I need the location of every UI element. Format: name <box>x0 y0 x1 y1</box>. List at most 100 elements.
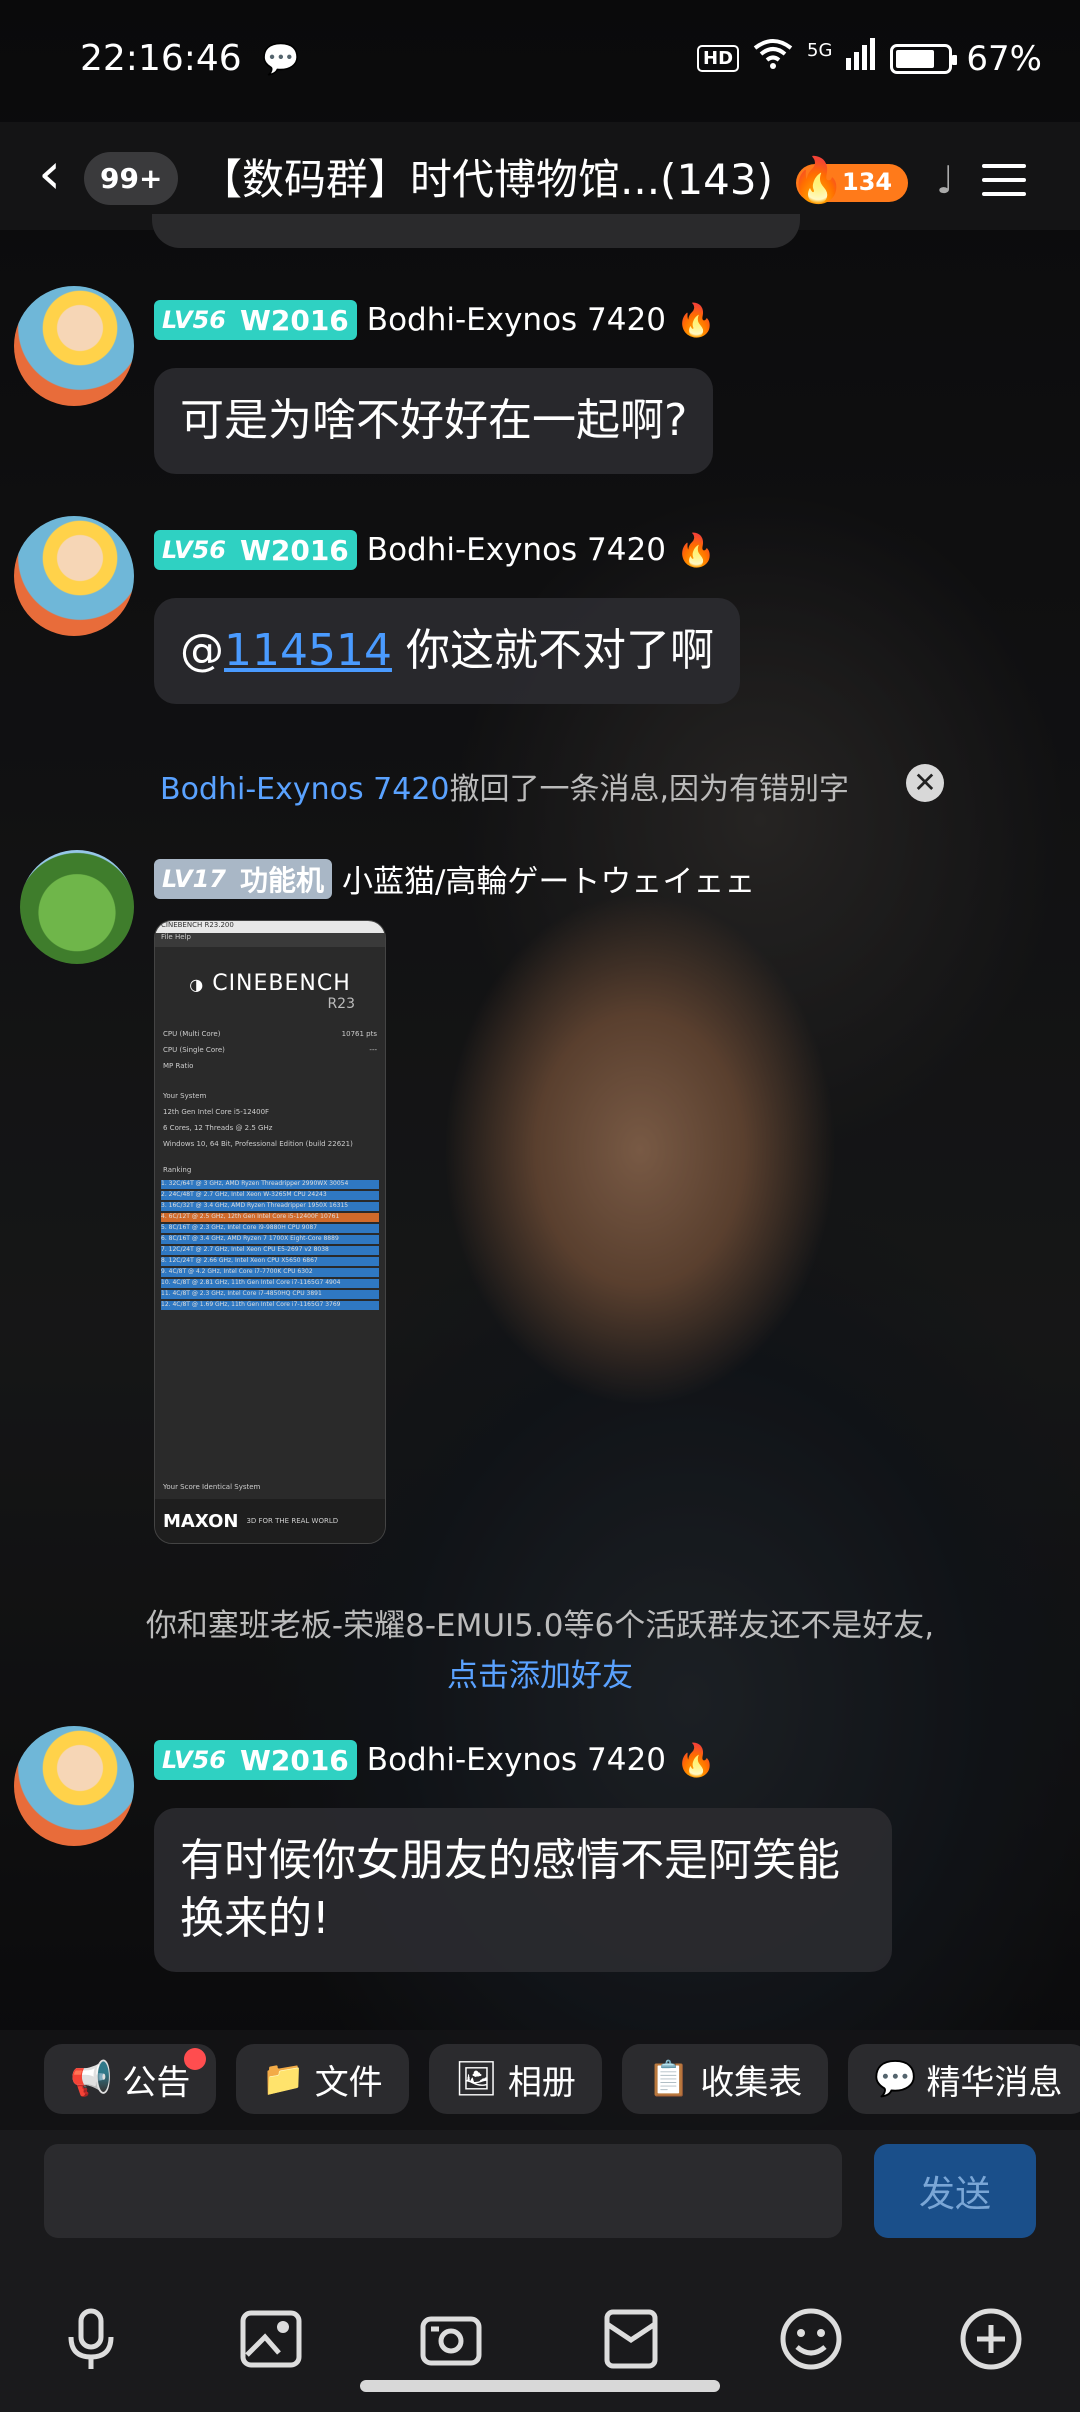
friend-suggestion-text: 你和塞班老板-荣耀8-EMUI5.0等6个活跃群友还不是好友, <box>145 1608 935 1644</box>
back-arrow-icon[interactable]: ‹ <box>38 144 61 202</box>
message-sender-line: LV56 W2016 Bodhi-Exynos 7420 🔥 <box>154 300 716 340</box>
ranking-row: 8. 12C/24T @ 2.66 GHz, Intel Xeon CPU X5… <box>161 1257 379 1266</box>
plus-icon[interactable] <box>956 2304 1026 2374</box>
ranking-row: 3. 16C/32T @ 3.4 GHz, AMD Ryzen Threadri… <box>161 1202 379 1211</box>
flame-icon: 🔥 <box>675 301 716 339</box>
ranking-row: 5. 8C/16T @ 2.3 GHz, Intel Core i9-9880H… <box>161 1224 379 1233</box>
flame-icon: 🔥 <box>675 531 716 569</box>
wifi-icon <box>753 38 793 79</box>
microphone-icon[interactable] <box>56 2304 126 2374</box>
message-bubble[interactable]: @114514 你这就不对了啊 <box>154 598 740 704</box>
chip-album[interactable]: 🖼 相册 <box>428 2044 602 2114</box>
signal-bars-icon <box>846 38 876 79</box>
chip-collection-form[interactable]: 📋 收集表 <box>621 2044 829 2114</box>
sender-name[interactable]: Bodhi-Exynos 7420 <box>367 1742 666 1778</box>
ranking-row: 7. 12C/24T @ 2.7 GHz, Intel Xeon CPU E5-… <box>161 1246 379 1255</box>
ranking-row: 6. 8C/16T @ 3.4 GHz, AMD Ryzen 7 1700X E… <box>161 1235 379 1244</box>
message-sender-line: LV56 W2016 Bodhi-Exynos 7420 🔥 <box>154 1740 716 1780</box>
ranking-row: 2. 24C/48T @ 2.7 GHz, Intel Xeon W-3265M… <box>161 1191 379 1200</box>
ranking-row: 12. 4C/8T @ 1.69 GHz, 11th Gen Intel Cor… <box>161 1301 379 1310</box>
cinebench-menu: File Help <box>155 933 385 947</box>
unread-dot <box>184 2048 206 2070</box>
input-area: 发送 <box>0 2130 1080 2260</box>
group-fire-badge[interactable]: 🔥 134 <box>790 155 909 206</box>
chip-files[interactable]: 📁 文件 <box>236 2044 409 2114</box>
cinebench-screenshot-image[interactable]: CINEBENCH R23.200 File Help ◑ CINEBENCH … <box>154 920 386 1544</box>
message-input[interactable] <box>44 2144 842 2238</box>
essence-icon: 💬 <box>874 2059 917 2099</box>
cinebench-mp-ratio: MP Ratio <box>163 1062 194 1070</box>
group-title[interactable]: 【数码群】时代博物馆...(143) <box>200 146 773 207</box>
avatar[interactable] <box>14 286 134 406</box>
maxon-tagline: 3D FOR THE REAL WORLD <box>246 1517 339 1525</box>
ranking-row: 11. 4C/8T @ 2.3 GHz, Intel Core i7-4850H… <box>161 1290 379 1299</box>
ranking-row: 9. 4C/8T @ 4.2 GHz, Intel Core i7-7700K … <box>161 1268 379 1277</box>
recall-text: 撤回了一条消息,因为有错别字 <box>449 772 850 807</box>
ranking-row: 10. 4C/8T @ 2.81 GHz, 11th Gen Intel Cor… <box>161 1279 379 1288</box>
hd-icon: HD <box>697 45 740 72</box>
menu-icon[interactable] <box>982 164 1026 206</box>
clipboard-icon: 📋 <box>647 2059 691 2099</box>
avatar[interactable] <box>14 516 134 636</box>
avatar[interactable] <box>14 1726 134 1846</box>
mention-link[interactable]: 114514 <box>224 625 392 676</box>
cinebench-os: Windows 10, 64 Bit, Professional Edition… <box>163 1140 353 1148</box>
image-picker-icon[interactable] <box>236 2304 306 2374</box>
message-bubble[interactable]: 有时候你女朋友的感情不是阿笑能 换来的! <box>154 1808 892 1972</box>
signal-icon: 5G <box>807 40 833 61</box>
cinebench-logo: ◑ CINEBENCH <box>189 971 351 996</box>
announcement-icon: 📢 <box>70 2059 113 2099</box>
sender-name[interactable]: 小蓝猫/高輪ゲートウェイェェ <box>342 856 755 901</box>
ranking-row: 4. 6C/12T @ 2.5 GHz, 12th Gen Intel Core… <box>161 1213 379 1222</box>
cinebench-logo-icon: ◑ <box>189 975 205 994</box>
message-sender-line: LV17 功能机 小蓝猫/高輪ゲートウェイェェ <box>154 856 755 901</box>
sender-name[interactable]: Bodhi-Exynos 7420 <box>367 532 666 568</box>
album-icon: 🖼 <box>454 2059 498 2099</box>
camera-icon[interactable] <box>416 2304 486 2374</box>
message-text: 可是为啥不好好在一起啊? <box>180 395 688 446</box>
avatar[interactable] <box>20 850 134 964</box>
battery-percent: 67% <box>966 38 1042 79</box>
cinebench-window-title: CINEBENCH R23.200 <box>155 921 385 933</box>
status-time: 22:16:46 <box>80 38 242 79</box>
red-packet-icon[interactable] <box>596 2304 666 2374</box>
unread-count-badge[interactable]: 99+ <box>84 152 179 205</box>
group-feature-bar: 📢 公告 📁 文件 🖼 相册 📋 收集表 💬 精华消息 <box>0 2030 1080 2130</box>
maxon-logo: MAXON <box>163 1510 239 1532</box>
home-indicator[interactable] <box>360 2380 720 2392</box>
message-text: 你这就不对了啊 <box>391 625 714 676</box>
level-badge: LV56 W2016 <box>154 530 357 570</box>
message-bubble[interactable]: 可是为啥不好好在一起啊? <box>154 368 714 474</box>
level-badge: LV56 W2016 <box>154 1740 357 1780</box>
wechat-icon: 💬 <box>262 42 300 77</box>
flame-icon: 🔥 <box>790 155 845 206</box>
emoji-icon[interactable] <box>776 2304 846 2374</box>
cinebench-multi-row: CPU (Multi Core) 10761 pts <box>163 1030 377 1038</box>
flame-icon: 🔥 <box>675 1741 716 1779</box>
status-right: HD 5G 67% <box>697 38 1042 79</box>
battery-icon <box>890 43 958 74</box>
message-text-line: 换来的! <box>180 1893 330 1944</box>
cinebench-legend: Your Score Identical System <box>163 1483 261 1491</box>
send-button[interactable]: 发送 <box>874 2144 1036 2238</box>
message-sender-line: LV56 W2016 Bodhi-Exynos 7420 🔥 <box>154 530 716 570</box>
chip-announcement[interactable]: 📢 公告 <box>44 2044 217 2114</box>
folder-icon: 📁 <box>262 2059 305 2099</box>
cinebench-ranking: Ranking <box>163 1166 192 1174</box>
cinebench-version: R23 <box>327 996 355 1012</box>
sender-name[interactable]: Bodhi-Exynos 7420 <box>367 302 666 338</box>
mention-prefix: @ <box>180 625 224 676</box>
level-badge: LV17 功能机 <box>154 858 332 899</box>
level-badge: LV56 W2016 <box>154 300 357 340</box>
cinebench-cores: 6 Cores, 12 Threads @ 2.5 GHz <box>163 1124 273 1132</box>
earpiece-icon[interactable]: ♩ <box>936 158 954 202</box>
cinebench-your-system: Your System <box>163 1092 207 1100</box>
chip-essence[interactable]: 💬 精华消息 <box>848 2044 1080 2114</box>
message-text-line: 有时候你女朋友的感情不是阿笑能 <box>180 1835 840 1886</box>
status-bar: 22:16:46 💬 HD 5G 67% <box>0 0 1080 122</box>
recall-sender[interactable]: Bodhi-Exynos 7420 <box>160 772 450 807</box>
cinebench-processor: 12th Gen Intel Core i5-12400F <box>163 1108 270 1116</box>
close-icon[interactable]: ✕ <box>906 764 944 802</box>
add-friend-link[interactable]: 点击添加好友 <box>0 1650 1080 1695</box>
cinebench-single-row: CPU (Single Core) --- <box>163 1046 377 1054</box>
